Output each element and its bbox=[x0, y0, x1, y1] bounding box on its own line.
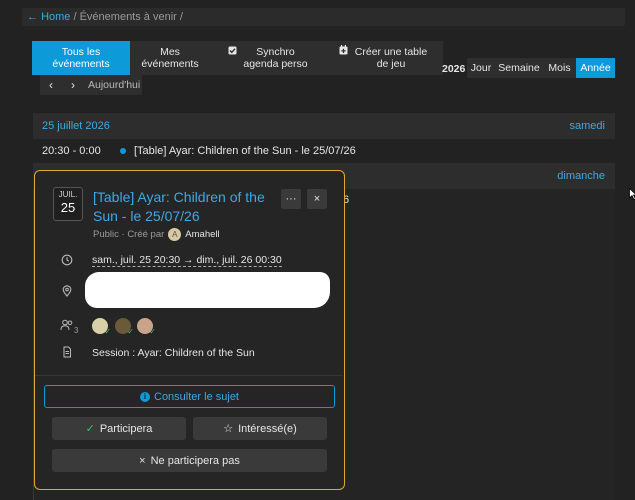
event-description: Session : Ayar: Children of the Sun bbox=[92, 347, 255, 359]
event-title-link[interactable]: [Table] Ayar: Children of the Sun - le 2… bbox=[93, 188, 278, 226]
view-label: Mois bbox=[548, 62, 571, 74]
guest-avatar[interactable]: ✓ bbox=[115, 318, 134, 336]
view-topic-label: Consulter le sujet bbox=[154, 390, 239, 403]
date-badge: JUIL. 25 bbox=[53, 187, 83, 221]
view-topic-button[interactable]: i Consulter le sujet bbox=[44, 385, 335, 408]
tab-sync-calendar[interactable]: Synchro agenda perso bbox=[210, 41, 325, 75]
going-label: Participera bbox=[99, 422, 153, 435]
mouse-cursor-icon bbox=[629, 188, 635, 200]
breadcrumb-home-label: Home bbox=[41, 11, 71, 23]
chevron-left-icon[interactable]: ‹ bbox=[40, 78, 62, 92]
avatar[interactable]: A bbox=[168, 228, 182, 241]
guest-avatar[interactable]: ✓ bbox=[92, 318, 111, 336]
event-meta: Public · Créé par A Amahell bbox=[93, 228, 220, 241]
event-dot-icon bbox=[120, 148, 126, 154]
guest-avatar[interactable]: ✓ bbox=[137, 318, 156, 336]
event-row[interactable]: 20:30 - 0:00 [Table] Ayar: Children of t… bbox=[33, 139, 615, 163]
author-name[interactable]: Amahell bbox=[185, 229, 219, 240]
date-badge-day: 25 bbox=[60, 200, 76, 215]
not-going-button[interactable]: × Ne participera pas bbox=[52, 449, 327, 472]
view-week-button[interactable]: Semaine bbox=[495, 58, 543, 78]
tab-create-table[interactable]: Créer une table de jeu bbox=[325, 41, 443, 75]
view-month-button[interactable]: Mois bbox=[543, 58, 576, 78]
check-icon: ✓ bbox=[85, 423, 95, 435]
interested-button[interactable]: ☆ Intéressé(e) bbox=[193, 417, 327, 440]
day-header: 25 juillet 2026 samedi bbox=[33, 113, 615, 139]
day-weekday: samedi bbox=[569, 120, 605, 132]
not-going-label: Ne participera pas bbox=[150, 454, 240, 467]
day-date[interactable]: 25 juillet 2026 bbox=[42, 113, 110, 139]
chevron-right-icon[interactable]: › bbox=[62, 78, 84, 92]
interested-label: Intéressé(e) bbox=[238, 422, 297, 435]
tab-label: Tous les événements bbox=[52, 46, 110, 70]
event-title: [Table] Ayar: Children of the Sun - le 2… bbox=[134, 145, 356, 157]
event-time: 20:30 - 0:00 bbox=[42, 145, 101, 157]
back-arrow-icon: ← bbox=[27, 11, 38, 23]
check-icon: ✓ bbox=[127, 327, 134, 336]
tab-my-events[interactable]: Mes événements bbox=[130, 41, 210, 75]
check-icon: ✓ bbox=[104, 327, 111, 336]
check-icon: ✓ bbox=[149, 327, 156, 336]
breadcrumb: ← Home / Événements à venir / bbox=[22, 8, 625, 26]
info-icon: i bbox=[140, 391, 150, 402]
view-label: Année bbox=[580, 62, 611, 74]
users-icon bbox=[60, 319, 73, 331]
divider bbox=[35, 375, 343, 376]
more-options-button[interactable]: ··· bbox=[281, 189, 301, 209]
star-icon: ☆ bbox=[223, 423, 234, 435]
view-day-button[interactable]: Jour bbox=[467, 58, 495, 78]
guest-count: 3 bbox=[74, 326, 79, 335]
date-badge-month: JUIL. bbox=[58, 190, 78, 199]
event-visibility: Public · Créé par bbox=[93, 229, 165, 240]
breadcrumb-home-link[interactable]: ← Home bbox=[27, 11, 70, 23]
tab-label: Synchro agenda perso bbox=[243, 46, 308, 70]
view-label: Jour bbox=[470, 62, 492, 74]
going-button[interactable]: ✓ Participera bbox=[52, 417, 186, 440]
close-button[interactable]: × bbox=[307, 189, 327, 209]
breadcrumb-current: Événements à venir bbox=[79, 11, 177, 23]
view-label: Semaine bbox=[498, 62, 540, 74]
document-icon bbox=[63, 346, 71, 358]
event-datetime[interactable]: sam., juil. 25 20:30 → dim., juil. 26 00… bbox=[92, 254, 282, 267]
calendar-add-icon bbox=[339, 45, 348, 58]
date-navigation: ‹ › Aujourd'hui bbox=[40, 75, 142, 95]
redacted-location bbox=[85, 272, 330, 308]
tab-all-events[interactable]: Tous les événements bbox=[32, 41, 130, 75]
today-button[interactable]: Aujourd'hui bbox=[88, 79, 140, 91]
location-pin-icon bbox=[62, 285, 72, 297]
tab-label: Créer une table de jeu bbox=[354, 46, 428, 70]
view-year-button[interactable]: Année bbox=[576, 58, 615, 78]
clock-icon bbox=[61, 254, 73, 266]
tab-label: Mes événements bbox=[141, 46, 199, 70]
breadcrumb-separator: / bbox=[179, 11, 183, 23]
year-label: 2026 bbox=[442, 63, 466, 75]
event-popup: JUIL. 25 [Table] Ayar: Children of the S… bbox=[34, 170, 345, 490]
checkbox-icon bbox=[228, 46, 237, 58]
day-weekday: dimanche bbox=[557, 170, 605, 182]
close-icon: × bbox=[139, 454, 146, 467]
breadcrumb-separator: / bbox=[73, 11, 77, 23]
